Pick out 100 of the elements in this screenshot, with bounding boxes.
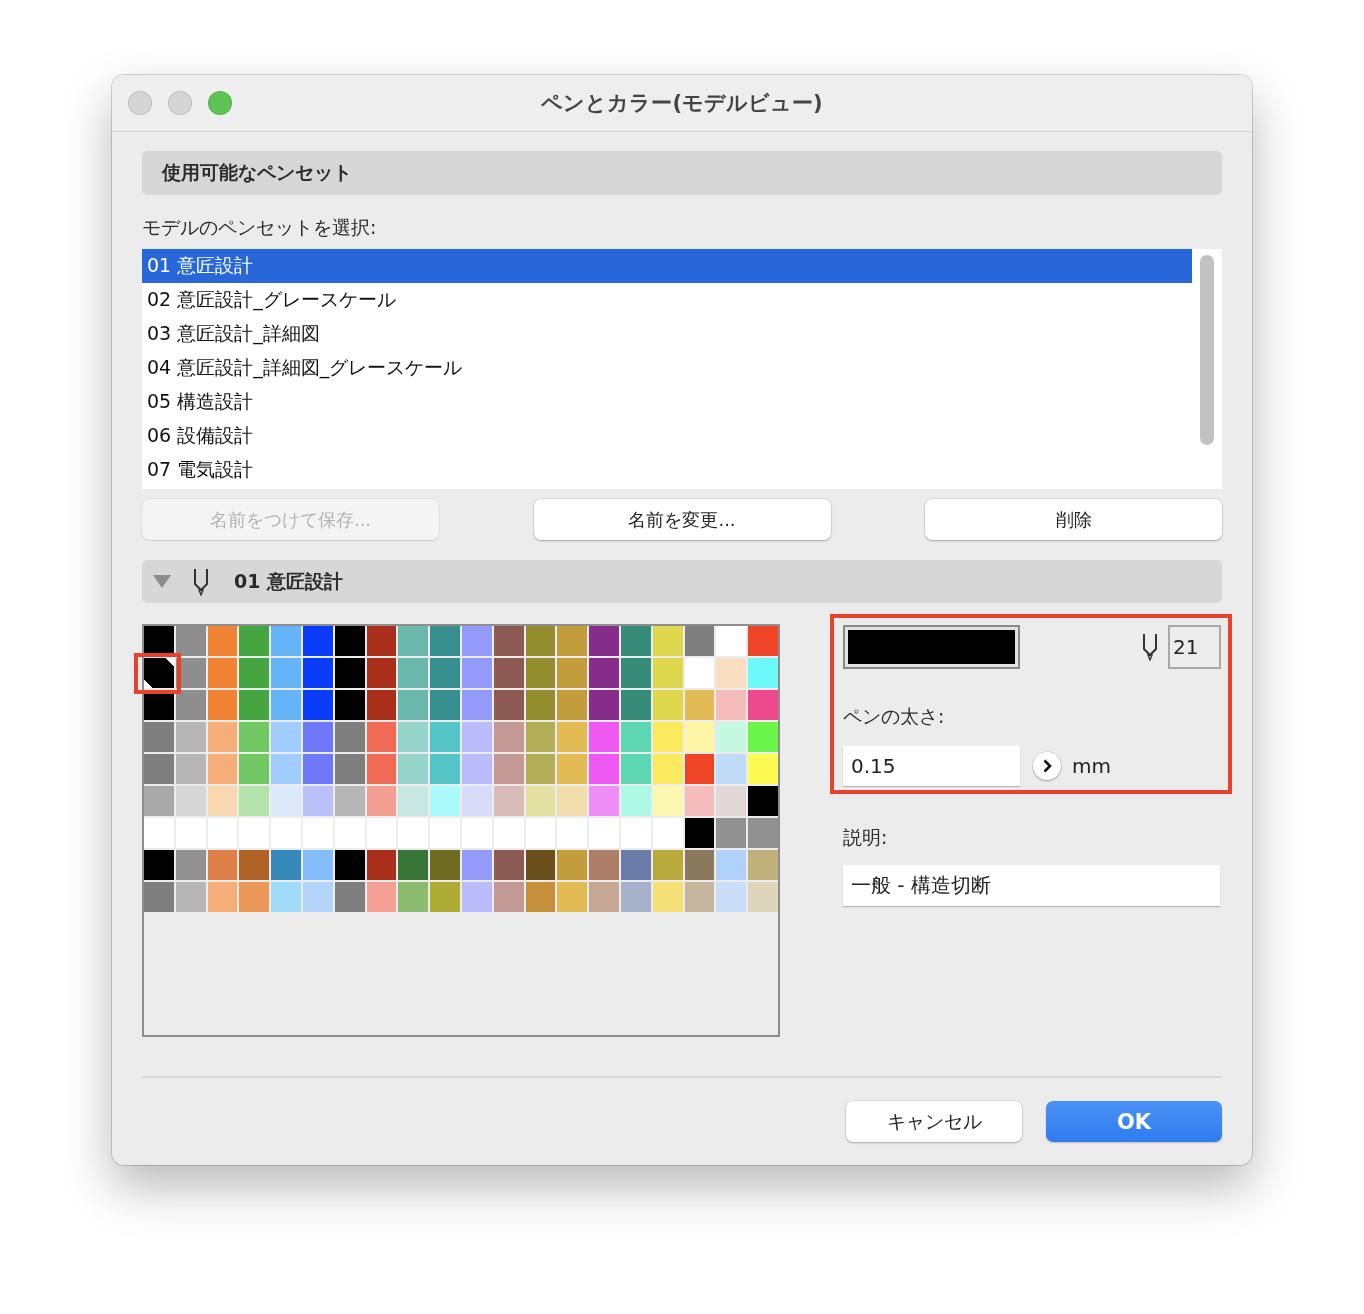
color-swatch-icon[interactable] xyxy=(652,690,683,720)
color-swatch-icon[interactable] xyxy=(652,658,683,688)
chevron-button[interactable] xyxy=(1033,752,1061,780)
color-swatch-icon[interactable] xyxy=(334,658,365,688)
color-swatch-icon[interactable] xyxy=(748,786,778,816)
color-swatch-icon[interactable] xyxy=(557,850,588,880)
color-swatch-icon[interactable] xyxy=(493,754,524,784)
color-swatch-icon[interactable] xyxy=(175,690,206,720)
color-swatch-icon[interactable] xyxy=(589,754,619,784)
color-swatch-icon[interactable] xyxy=(144,786,174,816)
color-swatch-icon[interactable] xyxy=(525,850,556,880)
color-swatch-icon[interactable] xyxy=(366,850,397,880)
color-swatch-icon[interactable] xyxy=(589,658,619,688)
color-swatch-icon[interactable] xyxy=(175,882,206,912)
color-swatch-icon[interactable] xyxy=(525,690,556,720)
disclosure-triangle-icon[interactable] xyxy=(153,575,171,588)
color-swatch-icon[interactable] xyxy=(748,882,778,912)
color-swatch-icon[interactable] xyxy=(207,850,238,880)
color-swatch-icon[interactable] xyxy=(716,818,747,848)
ok-button[interactable]: OK xyxy=(1046,1101,1222,1142)
color-swatch-icon[interactable] xyxy=(684,850,715,880)
color-swatch-icon[interactable] xyxy=(557,786,588,816)
list-item[interactable]: 01 意匠設計 xyxy=(142,249,1192,283)
color-swatch-icon[interactable] xyxy=(684,818,715,848)
color-swatch-icon[interactable] xyxy=(303,690,333,720)
color-swatch-icon[interactable] xyxy=(748,658,778,688)
list-item[interactable]: 03 意匠設計_詳細図 xyxy=(142,317,1192,351)
color-swatch-icon[interactable] xyxy=(557,754,588,784)
color-swatch-icon[interactable] xyxy=(303,754,333,784)
color-swatch-icon[interactable] xyxy=(366,658,397,688)
color-swatch-icon[interactable] xyxy=(652,882,683,912)
color-swatch-icon[interactable] xyxy=(748,690,778,720)
color-swatch-icon[interactable] xyxy=(271,658,301,688)
color-swatch-icon[interactable] xyxy=(271,754,301,784)
color-swatch-icon[interactable] xyxy=(589,850,619,880)
color-swatch-icon[interactable] xyxy=(303,850,333,880)
color-swatch-icon[interactable] xyxy=(557,882,588,912)
color-swatch-icon[interactable] xyxy=(621,626,651,656)
color-swatch-icon[interactable] xyxy=(398,850,429,880)
color-swatch-icon[interactable] xyxy=(716,626,747,656)
color-swatch-icon[interactable] xyxy=(430,882,460,912)
color-swatch-icon[interactable] xyxy=(525,786,556,816)
color-swatch-icon[interactable] xyxy=(748,626,778,656)
color-swatch-icon[interactable] xyxy=(589,690,619,720)
color-swatch-icon[interactable] xyxy=(652,850,683,880)
color-swatch-icon[interactable] xyxy=(430,722,460,752)
rename-button[interactable]: 名前を変更... xyxy=(533,499,831,540)
color-swatch-icon[interactable] xyxy=(398,690,429,720)
color-swatch-icon[interactable] xyxy=(493,690,524,720)
color-preview[interactable] xyxy=(843,625,1020,669)
color-swatch-icon[interactable] xyxy=(557,722,588,752)
list-item[interactable]: 04 意匠設計_詳細図_グレースケール xyxy=(142,351,1192,385)
color-swatch-icon[interactable] xyxy=(716,754,747,784)
color-swatch-icon[interactable] xyxy=(239,658,270,688)
color-swatch-icon[interactable] xyxy=(430,786,460,816)
color-swatch-icon[interactable] xyxy=(748,850,778,880)
cancel-button[interactable]: キャンセル xyxy=(846,1101,1022,1142)
color-swatch-icon[interactable] xyxy=(334,754,365,784)
color-swatch-icon[interactable] xyxy=(462,754,492,784)
color-swatch-icon[interactable] xyxy=(175,850,206,880)
color-swatch-icon[interactable] xyxy=(462,690,492,720)
color-swatch-icon[interactable] xyxy=(303,722,333,752)
color-swatch-icon[interactable] xyxy=(557,658,588,688)
color-swatch-icon[interactable] xyxy=(366,754,397,784)
color-swatch-icon[interactable] xyxy=(525,658,556,688)
pen-number-field[interactable]: 21 xyxy=(1168,625,1221,669)
color-swatch-icon[interactable] xyxy=(684,722,715,752)
color-swatch-icon[interactable] xyxy=(493,626,524,656)
color-swatch-icon[interactable] xyxy=(716,786,747,816)
color-swatch-icon[interactable] xyxy=(557,626,588,656)
color-swatch-icon[interactable] xyxy=(366,626,397,656)
list-item[interactable]: 06 設備設計 xyxy=(142,419,1192,453)
color-swatch-icon[interactable] xyxy=(462,658,492,688)
list-item[interactable]: 07 電気設計 xyxy=(142,453,1192,487)
color-swatch-icon[interactable] xyxy=(493,850,524,880)
color-swatch-icon[interactable] xyxy=(462,722,492,752)
color-swatch-icon[interactable] xyxy=(334,786,365,816)
color-swatch-icon[interactable] xyxy=(144,626,174,656)
color-swatch-icon[interactable] xyxy=(334,626,365,656)
color-swatch-icon[interactable] xyxy=(621,722,651,752)
color-swatch-icon[interactable] xyxy=(621,690,651,720)
color-swatch-icon[interactable] xyxy=(462,850,492,880)
color-swatch-icon[interactable] xyxy=(366,690,397,720)
color-swatch-icon[interactable] xyxy=(621,882,651,912)
color-swatch-icon[interactable] xyxy=(207,658,238,688)
color-swatch-icon[interactable] xyxy=(525,754,556,784)
scrollbar-thumb[interactable] xyxy=(1200,255,1214,445)
color-swatch-icon[interactable] xyxy=(207,882,238,912)
color-swatch-icon[interactable] xyxy=(271,882,301,912)
color-swatch-icon[interactable] xyxy=(684,882,715,912)
color-swatch-icon[interactable] xyxy=(398,786,429,816)
color-swatch-icon[interactable] xyxy=(462,626,492,656)
color-swatch-icon[interactable] xyxy=(398,626,429,656)
color-swatch-icon[interactable] xyxy=(144,658,174,688)
color-swatch-icon[interactable] xyxy=(684,754,715,784)
color-swatch-icon[interactable] xyxy=(239,626,270,656)
color-swatch-icon[interactable] xyxy=(239,850,270,880)
color-swatch-icon[interactable] xyxy=(366,722,397,752)
color-swatch-icon[interactable] xyxy=(207,690,238,720)
color-swatch-icon[interactable] xyxy=(144,882,174,912)
